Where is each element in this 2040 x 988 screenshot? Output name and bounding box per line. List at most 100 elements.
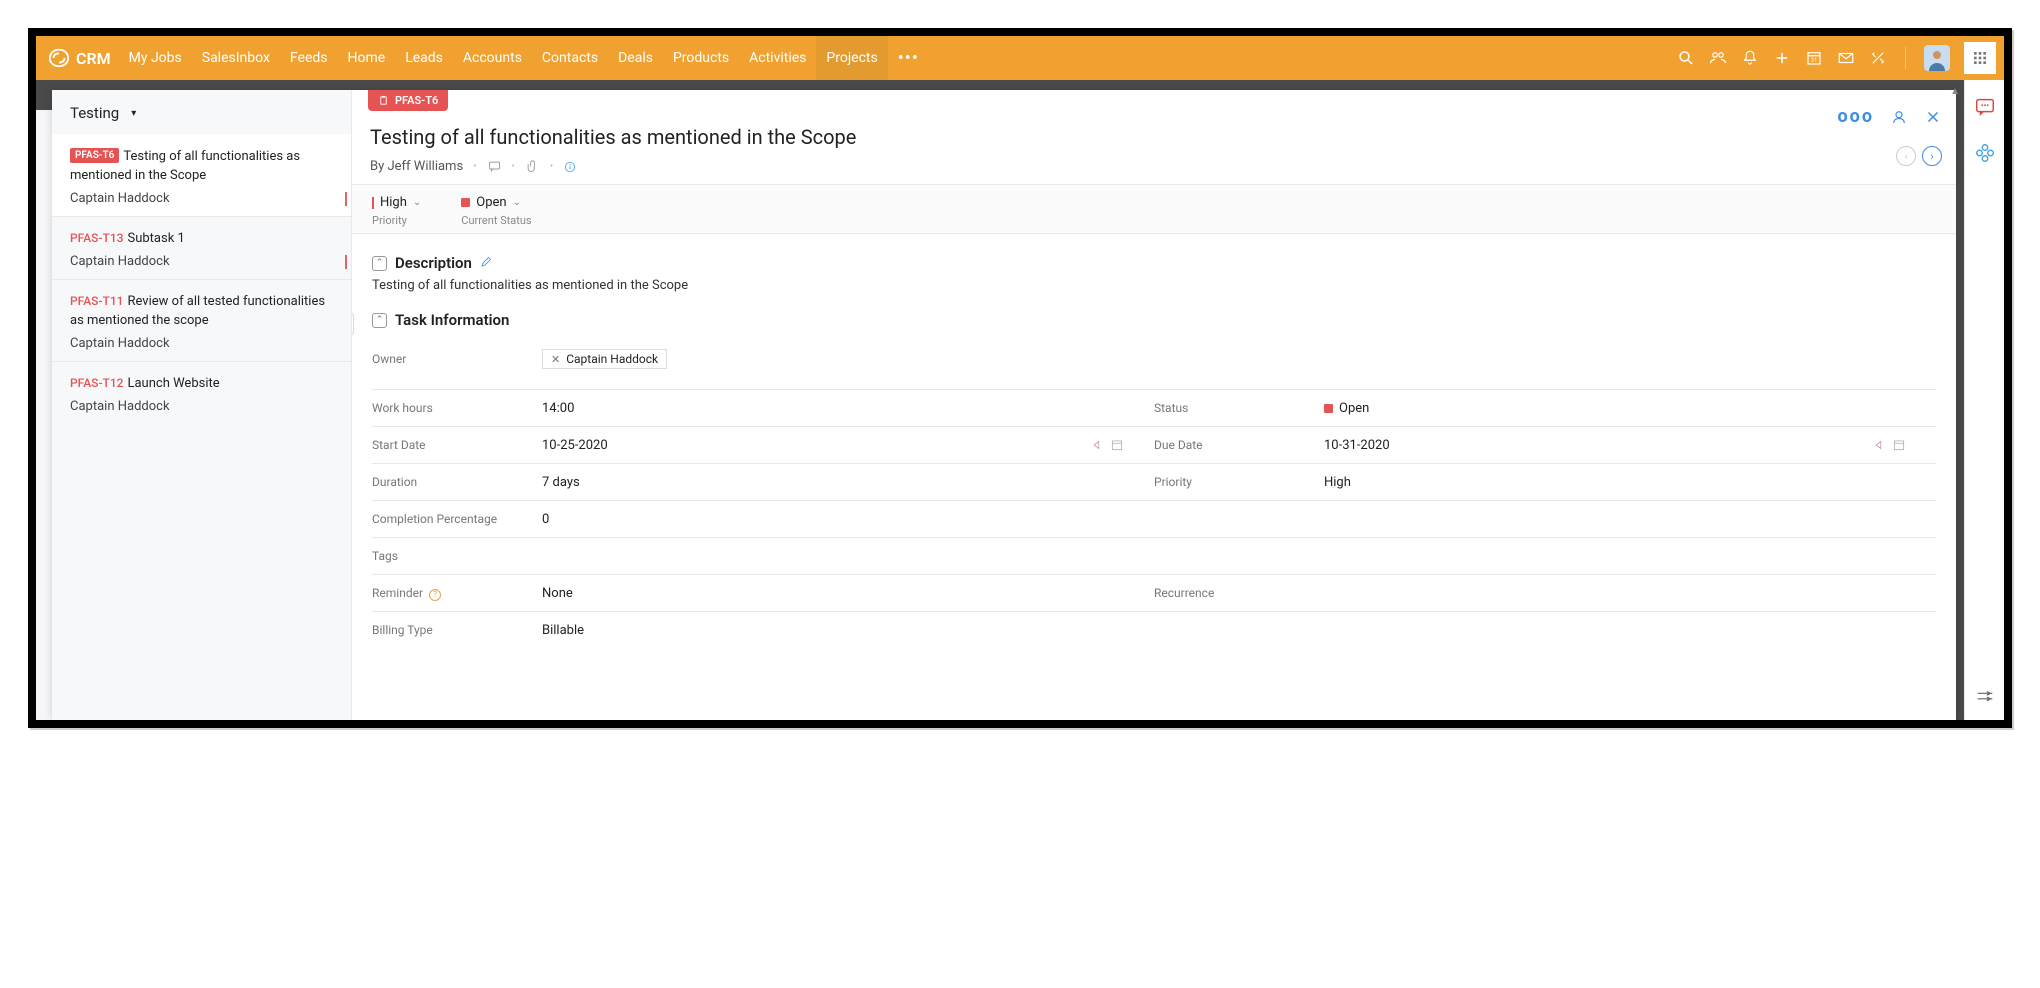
status-value[interactable]: Open	[1324, 401, 1936, 416]
status-row: High⌄ Priority Open⌄ Current Status	[352, 185, 1956, 234]
edit-icon[interactable]	[480, 256, 492, 271]
start-date-value[interactable]: 10-25-2020	[542, 438, 1090, 453]
task-title: Testing of all functionalities as mentio…	[370, 125, 1932, 149]
user-avatar[interactable]	[1924, 45, 1950, 71]
comment-icon[interactable]	[487, 159, 502, 174]
collapse-icon: ⌃	[372, 313, 387, 328]
work-hours-value[interactable]: 14:00	[542, 401, 1154, 416]
clear-date-icon[interactable]	[1090, 438, 1104, 452]
task-list: PFAS-T6Testing of all functionalities as…	[52, 134, 351, 720]
resize-handle-icon[interactable]: ⋮⋮	[352, 312, 354, 336]
task-card[interactable]: PFAS-T12 Launch Website Captain Haddock	[52, 361, 351, 424]
calendar-picker-icon[interactable]	[1892, 438, 1906, 452]
billing-value[interactable]: Billable	[542, 623, 1154, 638]
row-dates: Start Date 10-25-2020 Due Date 10-31-202…	[372, 426, 1936, 463]
nav-item-feeds[interactable]: Feeds	[280, 36, 338, 80]
task-info-grid: Owner ✕Captain Haddock Work hours 14:00	[372, 341, 1936, 648]
task-card-assignee: Captain Haddock	[70, 336, 333, 351]
owner-label: Owner	[372, 352, 542, 366]
task-list-sidebar: Testing ▾ PFAS-T6Testing of all function…	[52, 90, 352, 720]
row-completion: Completion Percentage 0	[372, 500, 1936, 537]
nav-more-button[interactable]: •••	[888, 36, 929, 80]
plus-icon[interactable]	[1773, 49, 1791, 67]
svg-text:31: 31	[1811, 57, 1818, 64]
top-nav: CRM My JobsSalesInboxFeedsHomeLeadsAccou…	[36, 36, 2004, 80]
priority-indicator	[345, 192, 347, 206]
help-icon[interactable]: ?	[429, 589, 441, 601]
task-card-assignee: Captain Haddock	[70, 254, 333, 269]
sidebar-dropdown[interactable]: Testing ▾	[52, 90, 351, 134]
tools-icon[interactable]	[1869, 49, 1887, 67]
nav-item-activities[interactable]: Activities	[739, 36, 816, 80]
chevron-down-icon: ▾	[131, 108, 136, 119]
task-card-assignee: Captain Haddock	[70, 399, 333, 414]
bell-icon[interactable]	[1741, 49, 1759, 67]
next-button[interactable]: ›	[1922, 146, 1942, 166]
task-card[interactable]: PFAS-T11Review of all tested functionali…	[52, 279, 351, 361]
search-icon[interactable]	[1677, 49, 1695, 67]
nav-item-projects[interactable]: Projects	[816, 36, 887, 80]
calendar-icon[interactable]: 31	[1805, 49, 1823, 67]
task-card-assignee: Captain Haddock	[70, 191, 333, 206]
task-author: By Jeff Williams	[370, 159, 463, 174]
nav-divider	[1905, 47, 1906, 69]
duration-value[interactable]: 7 days	[542, 475, 1154, 490]
task-card[interactable]: PFAS-T13Subtask 1Captain Haddock	[52, 216, 351, 279]
owner-chip[interactable]: ✕Captain Haddock	[542, 349, 667, 369]
nav-item-leads[interactable]: Leads	[395, 36, 453, 80]
attachment-icon[interactable]	[525, 159, 540, 174]
task-card[interactable]: PFAS-T6Testing of all functionalities as…	[52, 134, 351, 216]
task-byline: By Jeff Williams • • •	[370, 159, 1932, 174]
calendar-picker-icon[interactable]	[1110, 438, 1124, 452]
right-sidebar	[1964, 80, 2004, 720]
users-icon[interactable]	[1709, 49, 1727, 67]
priority-label: Priority	[372, 214, 407, 227]
reminder-value[interactable]: None	[542, 586, 1154, 601]
close-icon[interactable]	[1924, 108, 1942, 126]
row-tags: Tags	[372, 537, 1936, 574]
clear-date-icon[interactable]	[1872, 438, 1886, 452]
task-panel: Testing ▾ PFAS-T6Testing of all function…	[52, 90, 1956, 720]
remove-icon[interactable]: ✕	[551, 353, 560, 366]
task-info-section-header[interactable]: ⌃ Task Information	[372, 311, 1936, 329]
nav-item-home[interactable]: Home	[338, 36, 396, 80]
chat-icon[interactable]	[1974, 96, 1996, 118]
task-id: PFAS-T12	[70, 376, 123, 390]
description-section-header[interactable]: ⌃ Description	[372, 254, 1936, 272]
detail-actions: ooo	[1838, 106, 1942, 127]
status-selector[interactable]: Open⌄ Current Status	[461, 195, 531, 227]
due-date-value[interactable]: 10-31-2020	[1324, 438, 1872, 453]
content-area: Testing ▾ PFAS-T6Testing of all function…	[36, 80, 1964, 720]
task-id: PFAS-T13	[70, 231, 123, 245]
row-work-status: Work hours 14:00 Status Open	[372, 389, 1936, 426]
task-id-badge[interactable]: PFAS-T6	[368, 90, 448, 111]
apps-grid-icon[interactable]	[1964, 42, 1996, 74]
brand-logo[interactable]: CRM	[48, 47, 111, 69]
mail-icon[interactable]	[1837, 49, 1855, 67]
completion-value[interactable]: 0	[542, 512, 1154, 527]
prev-next-nav: ‹ ›	[1896, 146, 1942, 166]
expand-icon[interactable]	[1974, 686, 1996, 708]
assignee-icon[interactable]	[1890, 108, 1908, 126]
priority-indicator	[345, 255, 347, 269]
collapse-icon: ⌃	[372, 256, 387, 271]
prev-button[interactable]: ‹	[1896, 146, 1916, 166]
crm-logo-icon	[48, 47, 70, 69]
nav-item-my-jobs[interactable]: My Jobs	[119, 36, 192, 80]
more-actions-button[interactable]: ooo	[1838, 106, 1874, 127]
nav-item-accounts[interactable]: Accounts	[453, 36, 532, 80]
nav-item-products[interactable]: Products	[663, 36, 739, 80]
nav-item-deals[interactable]: Deals	[608, 36, 663, 80]
detail-body: ⋮⋮ ⌃ Description Testing of all function…	[352, 234, 1956, 720]
priority-value[interactable]: High	[1324, 475, 1936, 490]
row-duration-priority: Duration 7 days Priority High	[372, 463, 1936, 500]
info-icon[interactable]	[563, 160, 577, 174]
nav-item-salesinbox[interactable]: SalesInbox	[192, 36, 280, 80]
sidebar-title: Testing	[70, 104, 119, 122]
priority-selector[interactable]: High⌄ Priority	[372, 195, 421, 227]
brand-text: CRM	[76, 49, 111, 68]
flower-icon[interactable]	[1974, 142, 1996, 164]
nav-item-contacts[interactable]: Contacts	[532, 36, 608, 80]
task-card-title: Launch Website	[127, 376, 219, 391]
chevron-down-icon: ⌄	[413, 197, 421, 208]
